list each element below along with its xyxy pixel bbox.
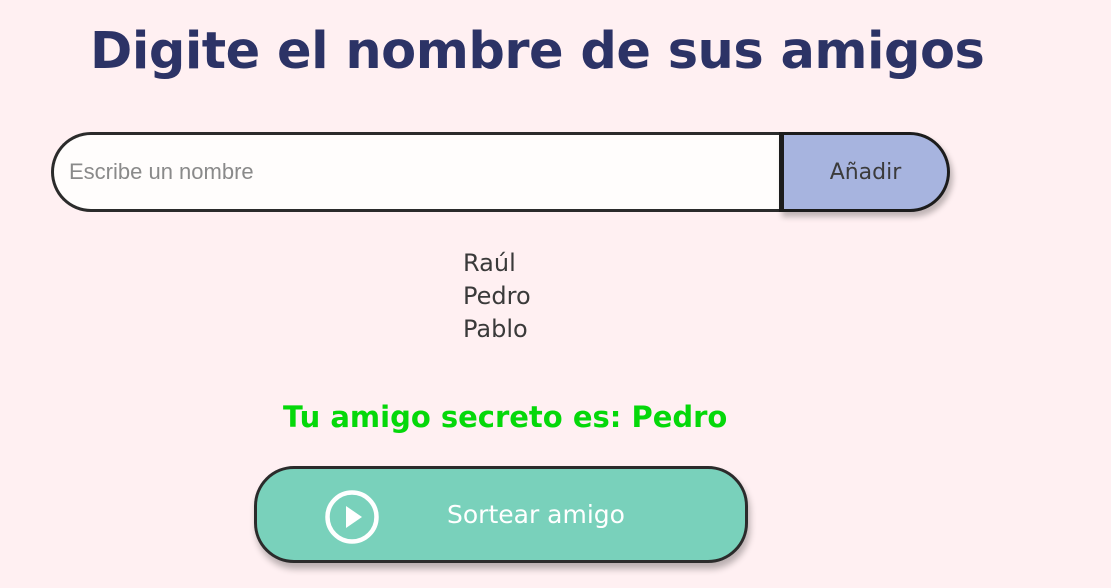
play-circle-icon [324, 489, 380, 545]
list-item: Pedro [463, 282, 531, 310]
secret-friend-result: Tu amigo secreto es: Pedro [283, 400, 728, 434]
name-input[interactable] [51, 132, 781, 212]
page: Digite el nombre de sus amigos Añadir Ra… [0, 0, 1111, 588]
friends-list: Raúl Pedro Pablo [463, 247, 531, 346]
list-item: Raúl [463, 249, 516, 277]
draw-button-label: Sortear amigo [447, 500, 625, 529]
draw-friend-button[interactable]: Sortear amigo [254, 466, 748, 563]
page-title: Digite el nombre de sus amigos [90, 22, 985, 81]
list-item: Pablo [463, 315, 528, 343]
add-friend-form: Añadir [51, 132, 950, 212]
add-button[interactable]: Añadir [779, 132, 950, 212]
